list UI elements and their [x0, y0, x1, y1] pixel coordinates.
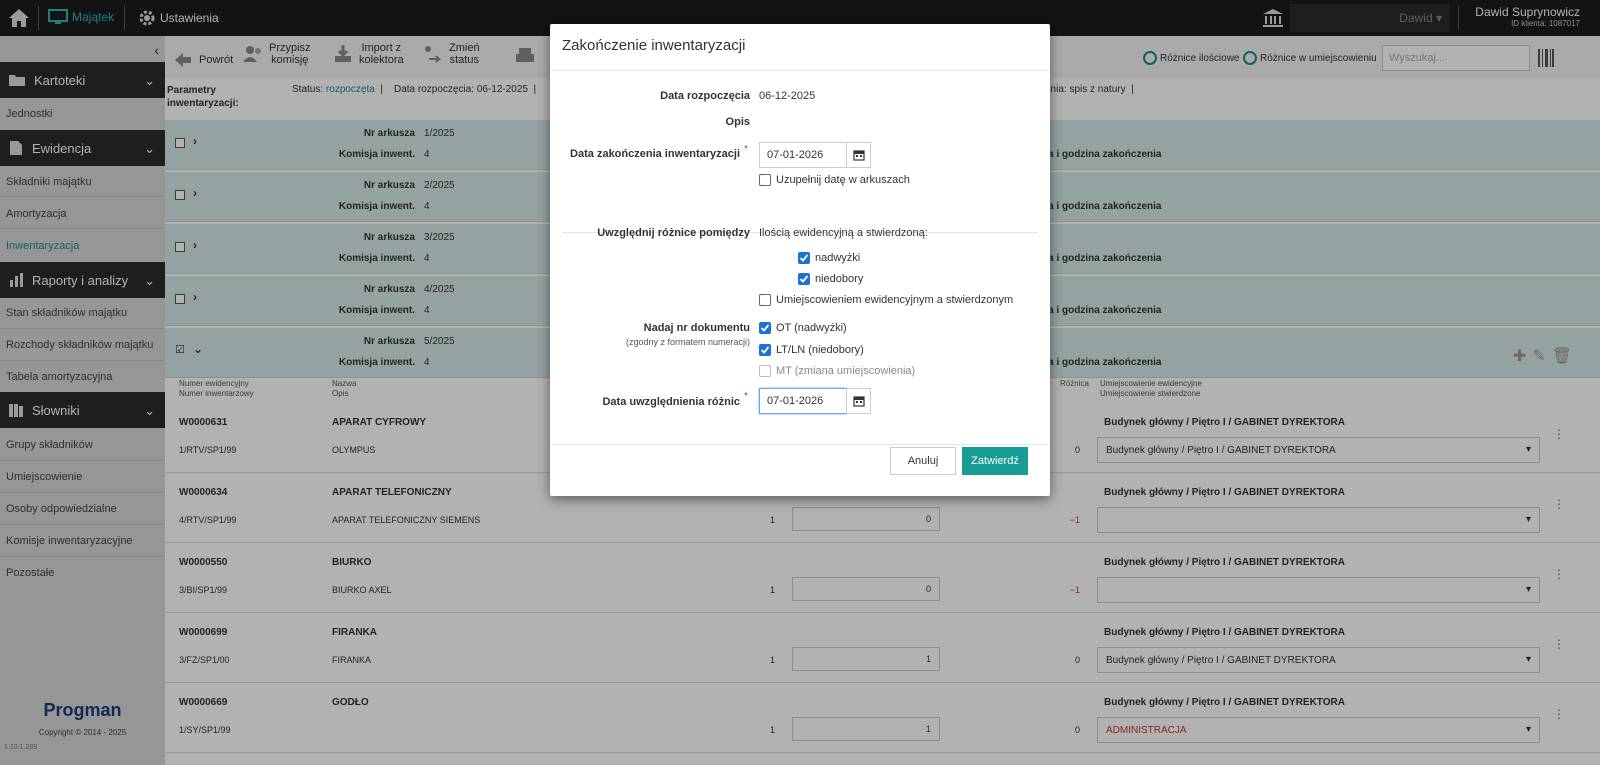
mt-label: MT (zmiana umiejscowienia) — [776, 365, 916, 377]
quantity-diff-label: Ilością ewidencyjną a stwierdzoną: — [759, 227, 928, 239]
checkbox-box — [759, 294, 771, 306]
check-icon — [799, 254, 809, 262]
divider — [550, 70, 1050, 71]
checkbox-box-checked — [798, 273, 810, 285]
surplus-label: nadwyżki — [815, 252, 861, 264]
check-icon — [760, 346, 770, 354]
checkbox-box — [759, 365, 771, 377]
checkbox-box-checked — [759, 322, 771, 334]
fill-sheets-checkbox[interactable]: Uzupełnij datę w arkuszach — [759, 174, 910, 186]
ltln-label: LT/LN (niedobory) — [776, 344, 864, 356]
finish-inventory-dialog: Zakończenie inwentaryzacji Data rozpoczę… — [550, 24, 1050, 496]
shortage-label: niedobory — [815, 273, 864, 285]
required-marker: * — [744, 144, 748, 155]
calendar-icon — [852, 150, 865, 161]
calendar-button[interactable] — [846, 388, 871, 414]
doc-number-label: Nadaj nr dokumentu — [643, 322, 750, 334]
fill-sheets-label: Uzupełnij datę w arkuszach — [776, 174, 910, 186]
calendar-icon — [852, 396, 865, 407]
date-diff-input[interactable]: 07-01-2026 — [759, 388, 847, 414]
confirm-button[interactable]: Zatwierdź — [962, 447, 1028, 475]
calendar-button[interactable] — [846, 142, 871, 168]
date-diff-label: Data uwzględnienia różnic — [602, 396, 740, 408]
date-diff-label-wrap: Data uwzględnienia różnic — [540, 396, 740, 408]
date-end-label: Data zakończenia inwentaryzacji — [570, 148, 740, 160]
shortage-checkbox[interactable]: niedobory — [798, 273, 863, 285]
doc-number-note: (zgodny z formatem numeracji) — [625, 337, 750, 347]
checkbox-box — [759, 174, 771, 186]
opis-label: Opis — [725, 116, 750, 128]
divider — [550, 444, 1050, 445]
date-end-input[interactable]: 07-01-2026 — [759, 142, 847, 168]
date-diff-value: 07-01-2026 — [767, 395, 824, 407]
ot-checkbox[interactable]: OT (nadwyżki) — [759, 322, 847, 334]
check-icon — [760, 324, 770, 332]
location-diff-checkbox[interactable]: Umiejscowieniem ewidencyjnym a stwierdzo… — [759, 294, 1013, 306]
date-end-value: 07-01-2026 — [767, 149, 824, 161]
include-diff-label: Uwzględnij różnice pomiędzy — [597, 227, 750, 239]
date-end-label-wrap: Data zakończenia inwentaryzacji — [540, 148, 740, 160]
dialog-title: Zakończenie inwentaryzacji — [562, 37, 746, 54]
surplus-checkbox[interactable]: nadwyżki — [798, 252, 860, 264]
ltln-checkbox[interactable]: LT/LN (niedobory) — [759, 344, 864, 356]
date-start-value: 06-12-2025 — [759, 90, 816, 102]
cancel-button[interactable]: Anuluj — [890, 447, 956, 475]
date-start-label: Data rozpoczęcia — [660, 90, 750, 102]
mt-checkbox: MT (zmiana umiejscowienia) — [759, 365, 915, 377]
check-icon — [799, 275, 809, 283]
checkbox-box-checked — [798, 252, 810, 264]
ot-label: OT (nadwyżki) — [776, 322, 847, 334]
location-diff-label: Umiejscowieniem ewidencyjnym a stwierdzo… — [776, 294, 1014, 306]
checkbox-box-checked — [759, 344, 771, 356]
required-marker: * — [744, 391, 748, 402]
